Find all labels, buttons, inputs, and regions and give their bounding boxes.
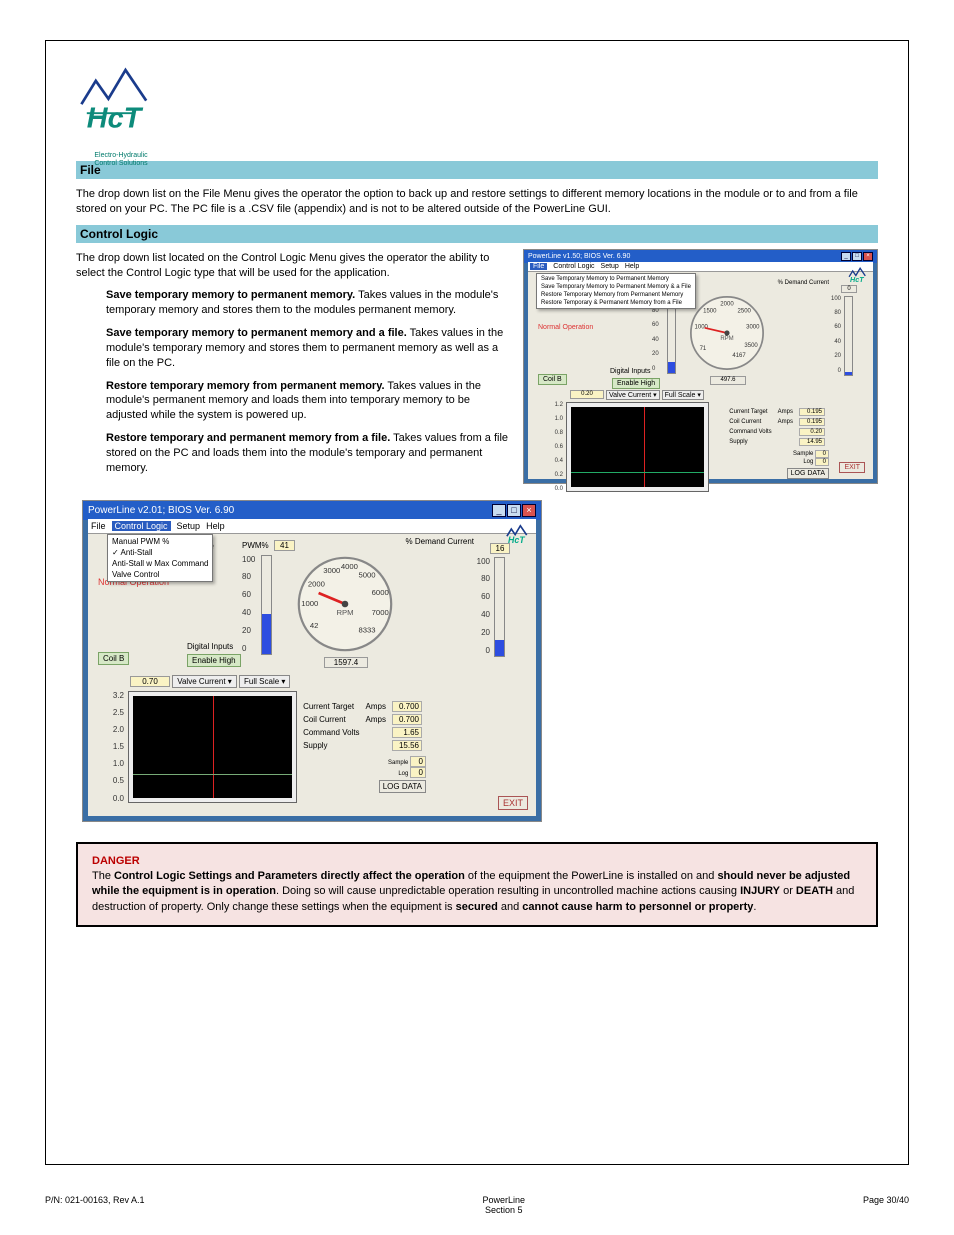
coil-button[interactable]: Coil B [98, 652, 129, 665]
menu-setup[interactable]: Setup [601, 263, 619, 270]
svg-text:2000: 2000 [720, 301, 734, 307]
chart-canvas [566, 402, 709, 492]
svg-text:RPM: RPM [336, 608, 353, 617]
demand-bar [844, 296, 853, 376]
footer-left: P/N: 021-00163, Rev A.1 [45, 1195, 145, 1215]
svg-text:3500: 3500 [744, 342, 758, 348]
logo-caption: Electro-HydraulicControl Solutions [76, 152, 166, 167]
rpm-gauge: 42 1000 2000 3000 4000 5000 6000 7000 83… [290, 549, 400, 659]
danger-title: DANGER [92, 855, 140, 867]
menu-item[interactable]: Save Temporary Memory to Permanent Memor… [538, 283, 694, 291]
minimize-icon[interactable]: _ [492, 504, 506, 517]
readout-panel: Current TargetAmps0.195 Coil CurrentAmps… [725, 406, 829, 479]
rpm-gauge: 71 1000 1500 2000 2500 3000 3500 4167 RP… [684, 290, 770, 376]
menu-item[interactable]: Restore Temporary & Permanent Memory fro… [538, 299, 694, 307]
control-logic-dropdown[interactable]: Manual PWM % Anti-Stall Anti-Stall w Max… [107, 534, 213, 582]
exit-button[interactable]: EXIT [839, 462, 865, 473]
menu-item[interactable]: Valve Control [109, 569, 211, 580]
menu-help[interactable]: Help [206, 521, 225, 531]
exit-button[interactable]: EXIT [498, 796, 528, 810]
menu-file[interactable]: File [91, 521, 106, 531]
page-footer: P/N: 021-00163, Rev A.1 PowerLineSection… [45, 1195, 909, 1215]
svg-text:4167: 4167 [732, 353, 746, 359]
demand-bar [494, 557, 505, 657]
svg-text:4000: 4000 [341, 561, 358, 570]
digital-inputs-label: Digital Inputs [187, 642, 233, 651]
svg-text:RPM: RPM [720, 336, 733, 342]
close-icon[interactable]: × [863, 252, 873, 261]
svg-text:8333: 8333 [358, 625, 375, 634]
menu-file[interactable]: File [530, 263, 547, 270]
menu-item[interactable]: Save Temporary Memory to Permanent Memor… [538, 275, 694, 283]
digital-inputs-label: Digital Inputs [610, 368, 650, 375]
menu-item[interactable]: Anti-Stall [109, 547, 211, 558]
menubar[interactable]: File Control Logic Setup Help [88, 519, 536, 534]
svg-text:2500: 2500 [738, 308, 752, 314]
menu-item[interactable]: Anti-Stall w Max Command [109, 558, 211, 569]
svg-text:3000: 3000 [323, 566, 340, 575]
demand-value: 0 [841, 285, 857, 293]
pwm-bar [261, 555, 272, 655]
minimize-icon[interactable]: _ [841, 252, 851, 261]
danger-warning-box: DANGER The Control Logic Settings and Pa… [76, 842, 878, 928]
enable-button[interactable]: Enable High [612, 378, 660, 389]
svg-text:7000: 7000 [372, 608, 389, 617]
menu-control-logic[interactable]: Control Logic [553, 263, 594, 270]
svg-text:6000: 6000 [372, 588, 389, 597]
chart-canvas [128, 691, 297, 803]
hct-logo-small: HcT [504, 523, 534, 545]
menu-setup[interactable]: Setup [177, 521, 201, 531]
gauge-value: 1597.4 [324, 657, 368, 668]
heading-control-logic: Control Logic [76, 225, 878, 243]
footer-center: PowerLineSection 5 [145, 1195, 863, 1215]
log-data-button[interactable]: LOG DATA [787, 468, 829, 479]
svg-text:1000: 1000 [301, 599, 318, 608]
file-description: The drop down list on the File Menu give… [76, 187, 878, 217]
enable-button[interactable]: Enable High [187, 654, 241, 667]
maximize-icon[interactable]: □ [852, 252, 862, 261]
svg-text:42: 42 [310, 621, 319, 630]
log-data-button[interactable]: LOG DATA [379, 780, 426, 793]
readout-panel: Current TargetAmps0.700 Coil CurrentAmps… [299, 699, 426, 793]
maximize-icon[interactable]: □ [507, 504, 521, 517]
hct-logo: HcT Electro-HydraulicControl Solutions [76, 61, 166, 151]
menubar[interactable]: File Control Logic Setup Help [528, 262, 873, 272]
close-icon[interactable]: × [522, 504, 536, 517]
menu-item[interactable]: Restore Temporary Memory from Permanent … [538, 291, 694, 299]
footer-right: Page 30/40 [863, 1195, 909, 1215]
file-dropdown[interactable]: Save Temporary Memory to Permanent Memor… [536, 273, 696, 309]
gauge-value: 497.6 [710, 376, 746, 385]
svg-text:HcT: HcT [87, 103, 144, 135]
demand-label: % Demand Current [406, 537, 474, 546]
window-titlebar: PowerLine v2.01; BIOS Ver. 6.90 _ □ × [83, 501, 541, 520]
menu-help[interactable]: Help [625, 263, 639, 270]
menu-control-logic[interactable]: Control Logic [112, 521, 171, 531]
chart-controls[interactable]: 0.70 Valve Current ▾ Full Scale ▾ [130, 675, 290, 688]
coil-button[interactable]: Coil B [538, 374, 567, 385]
svg-text:HcT: HcT [508, 534, 525, 544]
control-logic-screenshot: PowerLine v2.01; BIOS Ver. 6.90 _ □ × Fi… [82, 500, 542, 822]
heading-file: File [76, 161, 878, 179]
svg-text:3000: 3000 [746, 324, 760, 330]
svg-text:HcT: HcT [850, 275, 864, 284]
svg-text:5000: 5000 [358, 570, 375, 579]
file-menu-screenshot: PowerLine v1.50; BIOS Ver. 6.90 _ □ × Fi… [523, 249, 878, 484]
svg-text:1500: 1500 [703, 308, 717, 314]
hct-logo-small: HcT [847, 266, 871, 284]
demand-label: % Demand Current [778, 280, 829, 286]
svg-text:2000: 2000 [308, 579, 325, 588]
menu-item[interactable]: Manual PWM % [109, 536, 211, 547]
pwm-label: PWM% [242, 541, 269, 550]
svg-text:71: 71 [700, 346, 707, 352]
chart-controls[interactable]: 0.20 Valve Current ▾ Full Scale ▾ [570, 390, 704, 400]
